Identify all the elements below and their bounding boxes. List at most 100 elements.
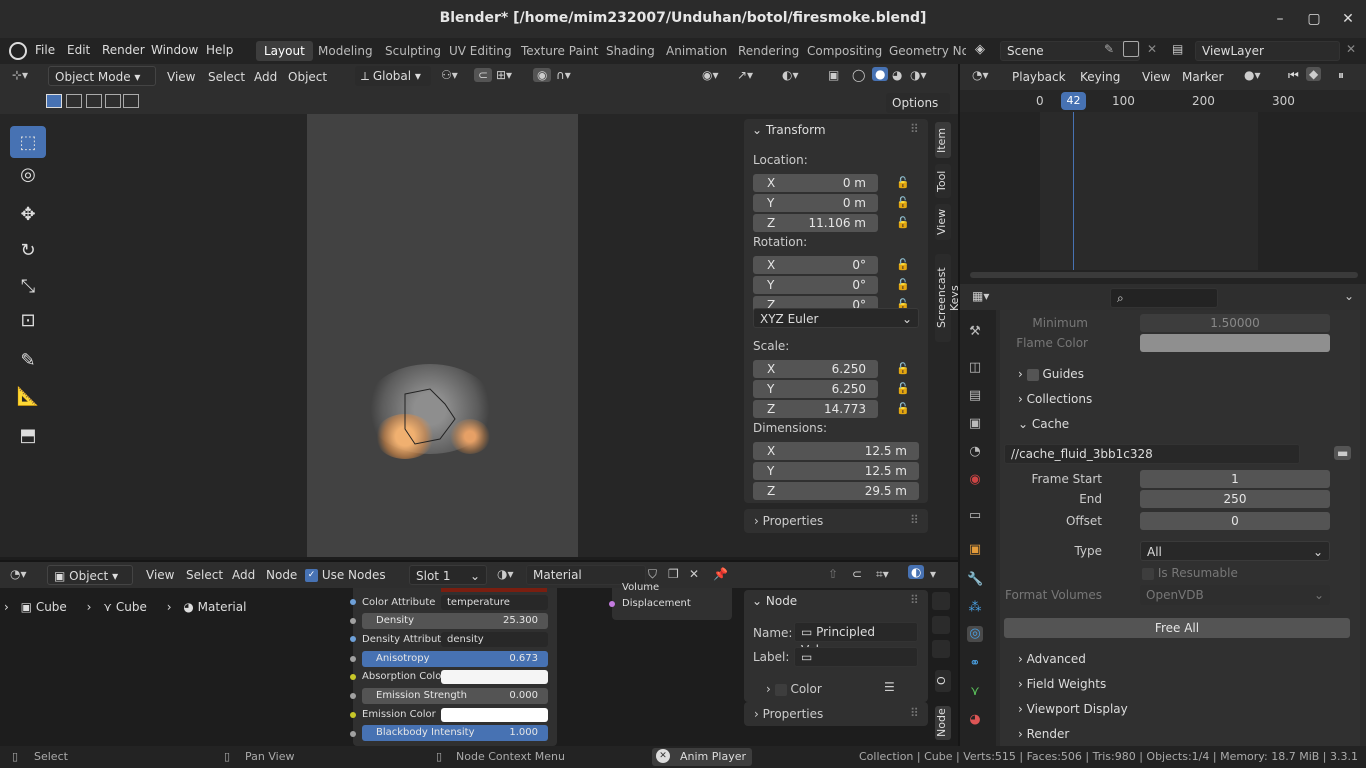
jump-start-icon[interactable]: ⏮ — [1288, 68, 1299, 83]
viewport-menu-object[interactable]: Object — [288, 70, 327, 84]
snap-icon[interactable]: ⊂ — [474, 68, 493, 82]
tab-item[interactable]: Item — [935, 122, 951, 158]
socket-density[interactable] — [350, 618, 356, 624]
timeline-editor-type-icon[interactable]: ◔▾ — [972, 68, 989, 82]
options-dropdown[interactable]: Options ▾ — [886, 93, 950, 130]
constraints-properties-icon[interactable]: ⚭ — [967, 656, 983, 672]
new-scene-icon[interactable] — [1123, 41, 1139, 57]
emission-color-swatch[interactable] — [441, 708, 548, 722]
scene-properties-icon[interactable]: ◔ — [967, 444, 983, 460]
material-browse-icon[interactable]: ◑▾ — [497, 567, 514, 581]
drag-handle-icon[interactable]: ⠿ — [910, 122, 919, 136]
tab-shading[interactable]: Shading — [598, 41, 663, 61]
field-weights-section[interactable]: › Field Weights — [1018, 677, 1106, 691]
emission-strength-field[interactable]: Emission Strength 0.000 — [362, 688, 548, 704]
blackbody-intensity-field[interactable]: Blackbody Intensity 1.000 — [362, 725, 548, 741]
select-intersect-icon[interactable] — [123, 94, 139, 108]
annotate-icon[interactable]: ✎ — [10, 344, 46, 376]
cache-type-selector[interactable]: All ⌄ — [1140, 541, 1330, 561]
timeline-menu-playback[interactable]: Playback ▾ — [1006, 67, 1072, 104]
scale-x-field[interactable]: X 6.250 — [753, 360, 878, 378]
breadcrumb-mesh[interactable]: Cube — [116, 600, 147, 614]
lock-icon[interactable]: 🔓 — [896, 402, 910, 415]
is-resumable-checkbox[interactable]: Is Resumable — [1142, 566, 1238, 580]
tab-modeling[interactable]: Modeling — [310, 41, 381, 61]
timeline-menu-view[interactable]: View — [1142, 70, 1170, 84]
menu-render[interactable]: Render — [102, 43, 145, 57]
absorption-color-swatch[interactable] — [441, 670, 548, 684]
guides-section[interactable]: › Guides — [1018, 367, 1084, 381]
node-label-field[interactable]: ▭ — [794, 647, 918, 667]
properties-subpanel[interactable]: › Properties ⠿ — [744, 509, 928, 533]
lock-icon[interactable]: 🔓 — [896, 176, 910, 189]
tab-texture-paint[interactable]: Texture Paint — [513, 41, 606, 61]
mode-selector[interactable]: Object Mode ▾ — [48, 66, 156, 86]
timeline-menu-marker[interactable]: Marker — [1182, 70, 1223, 84]
select-box-tool[interactable]: ⬚ — [10, 126, 46, 158]
node-menu-view[interactable]: View — [146, 568, 174, 582]
anisotropy-field[interactable]: Anisotropy 0.673 — [362, 651, 548, 667]
lock-icon[interactable]: 🔓 — [896, 258, 910, 271]
scale-z-field[interactable]: Z 14.773 — [753, 400, 878, 418]
scene-selector[interactable]: Scene — [1000, 41, 1140, 61]
node-menu-add[interactable]: Add — [232, 568, 255, 582]
offset-field[interactable]: 0 — [1140, 512, 1330, 530]
lock-icon[interactable]: 🔓 — [896, 216, 910, 229]
dimension-z-field[interactable]: Z 29.5 m — [753, 482, 919, 500]
node-menu-node[interactable]: Node — [266, 568, 297, 582]
flame-color-swatch[interactable] — [1140, 334, 1330, 352]
unlink-material-icon[interactable]: ✕ — [689, 567, 699, 581]
scale-y-field[interactable]: Y 6.250 — [753, 380, 878, 398]
gizmo-icon[interactable]: ↗▾ — [737, 68, 753, 82]
tab-node[interactable]: Node — [935, 706, 951, 740]
xray-icon[interactable]: ▣ — [828, 68, 839, 82]
rendered-shading-icon[interactable]: ◑▾ — [910, 68, 927, 82]
select-subtract-icon[interactable] — [86, 94, 102, 108]
lock-icon[interactable]: 🔓 — [896, 362, 910, 375]
tab-o[interactable]: O — [935, 670, 951, 692]
material-output-node[interactable]: Volume Displacement — [609, 582, 732, 620]
breadcrumb-object[interactable]: Cube — [36, 600, 67, 614]
node-color-section[interactable]: › Color — [766, 682, 822, 696]
node-menu-select[interactable]: Select — [186, 568, 223, 582]
menu-file[interactable]: File — [35, 43, 55, 57]
socket-emission-color[interactable] — [350, 712, 356, 718]
tab-uv-editing[interactable]: UV Editing — [441, 41, 520, 61]
select-invert-icon[interactable] — [105, 94, 121, 108]
use-nodes-checkbox[interactable]: ✓ Use Nodes — [305, 568, 386, 582]
pivot-icon[interactable]: ⚇▾ — [441, 68, 458, 82]
physics-properties-icon[interactable]: ◎ — [967, 626, 983, 642]
fake-user-icon[interactable]: ⛉ — [648, 567, 657, 582]
orientation-selector[interactable]: ⟂ Global ▾ — [355, 66, 431, 86]
cache-section[interactable]: ⌄ Cache — [1018, 417, 1069, 431]
cursor-icon[interactable]: ◎ — [10, 158, 46, 190]
node-editor-type-icon[interactable]: ◔▾ — [10, 567, 27, 581]
new-material-icon[interactable]: ❐ — [668, 567, 679, 581]
node-editor[interactable]: › ▣ Cube › ⋎ Cube › ◕ Material Color Att… — [0, 582, 958, 746]
drag-handle-icon[interactable]: ⠿ — [910, 706, 919, 720]
node-tab-2[interactable] — [932, 616, 950, 634]
location-y-field[interactable]: Y 0 m — [753, 194, 878, 212]
snap-node-icon[interactable]: ⊂ — [852, 567, 862, 581]
rotate-icon[interactable]: ↻ — [10, 234, 46, 266]
format-volumes-selector[interactable]: OpenVDB ⌄ — [1140, 585, 1330, 605]
properties-search-input[interactable]: ⌕ — [1110, 288, 1218, 308]
minimize-button[interactable]: – — [1270, 9, 1290, 29]
tab-compositing[interactable]: Compositing — [799, 41, 890, 61]
snap-target-icon[interactable]: ⊞▾ — [496, 68, 512, 82]
frame-start-field[interactable]: 1 — [1140, 470, 1330, 488]
location-z-field[interactable]: Z 11.106 m — [753, 214, 878, 232]
lock-icon[interactable]: 🔓 — [896, 196, 910, 209]
tab-rendering[interactable]: Rendering — [730, 41, 807, 61]
overlay-icon[interactable]: ◐▾ — [782, 68, 799, 82]
modifier-properties-icon[interactable]: 🔧 — [967, 572, 983, 588]
3d-viewport[interactable]: ⬚ ◎ ✥ ↻ ⤡ ⊡ ✎ 📐 ⬒ ⌄ Transform ⠿ Location… — [0, 114, 961, 557]
menu-edit[interactable]: Edit — [67, 43, 90, 57]
maximize-button[interactable]: ▢ — [1304, 9, 1324, 29]
tab-sculpting[interactable]: Sculpting — [377, 41, 449, 61]
measure-icon[interactable]: 📐 — [10, 380, 46, 412]
node-overlay-icon[interactable]: ◐ — [908, 565, 925, 579]
pause-icon[interactable]: ⏸ — [1338, 68, 1344, 83]
color-presets-icon[interactable]: ☰ — [884, 680, 895, 694]
guides-checkbox[interactable] — [1026, 368, 1039, 381]
